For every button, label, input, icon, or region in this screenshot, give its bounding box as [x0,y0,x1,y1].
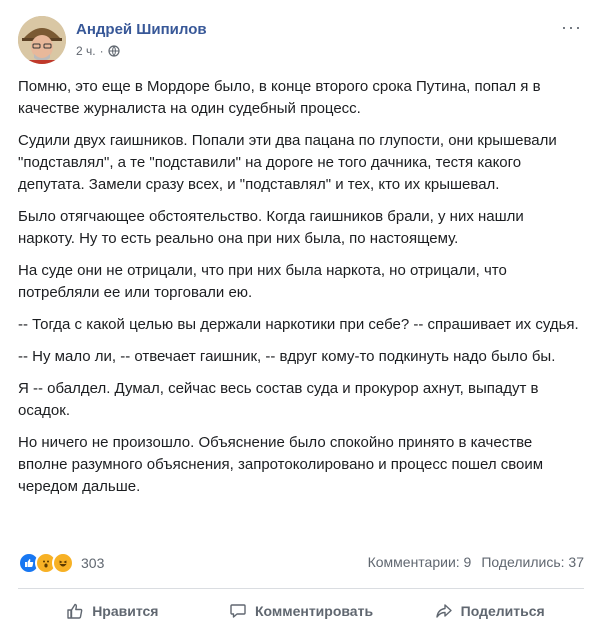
shares-count[interactable]: Поделились: 37 [481,554,584,570]
comment-button[interactable]: Комментировать [207,594,396,628]
like-icon [67,603,83,619]
post-paragraph: Я -- обалдел. Думал, сейчас весь состав … [18,380,539,419]
actions-divider [18,588,584,589]
facebook-post: Андрей Шипилов 2 ч. · ··· Помню, это еще… [0,0,600,636]
reaction-count: 303 [81,555,105,571]
post-paragraph: Судили двух гаишников. Попали эти два па… [18,132,557,193]
post-stats: 303 Комментарии: 9 Поделились: 37 [18,552,584,576]
globe-icon [107,45,120,57]
author-name[interactable]: Андрей Шипилов [76,21,207,38]
post-paragraph: Помню, это еще в Мордоре было, в конце в… [18,78,541,117]
share-label: Поделиться [460,603,545,619]
post-paragraph: Было отягчающее обстоятельство. Когда га… [18,208,524,247]
comment-icon [230,604,246,618]
like-label: Нравится [92,603,159,619]
post-body: Помню, это еще в Мордоре было, в конце в… [18,76,584,508]
comment-label: Комментировать [254,603,374,619]
share-button[interactable]: Поделиться [395,594,584,628]
post-meta: 2 ч. · [76,44,120,58]
post-header: Андрей Шипилов 2 ч. · ··· [18,16,582,64]
post-paragraph: -- Ну мало ли, -- отвечает гаишник, -- в… [18,348,556,365]
engagement-counts: Комментарии: 9 Поделились: 37 [368,554,584,570]
haha-reaction-icon [52,552,74,574]
reactions-summary[interactable]: 303 [18,552,104,574]
post-paragraph: На суде они не отрицали, что при них был… [18,262,507,301]
post-paragraph: Но ничего не произошло. Объяснение было … [18,434,544,495]
avatar-image [18,16,66,64]
avatar[interactable] [18,16,66,64]
post-paragraph: -- Тогда с какой целью вы держали наркот… [18,316,579,333]
post-actions: Нравится Комментировать Поделиться [18,594,584,628]
comments-count[interactable]: Комментарии: 9 [368,554,472,570]
ellipsis-icon[interactable]: ··· [561,18,582,36]
like-button[interactable]: Нравится [18,594,207,628]
share-icon [435,604,452,618]
meta-separator: · [99,44,104,58]
post-time[interactable]: 2 ч. [76,44,96,58]
